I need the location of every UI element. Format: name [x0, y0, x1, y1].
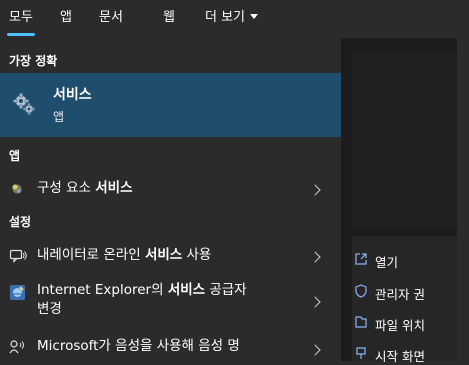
preview-pane-edge — [457, 0, 469, 361]
shield-icon — [355, 284, 367, 298]
chevron-down-icon — [250, 14, 259, 19]
search-tabs: 모두 앱 문서 웹 더 보기 — [0, 0, 469, 38]
best-match-subtitle: 앱 — [53, 110, 65, 124]
section-settings: 설정 — [9, 215, 32, 229]
open-icon — [355, 253, 367, 265]
chevron-right-icon — [309, 296, 321, 308]
result-narrator-online-services[interactable]: 내레이터로 온라인 서비스 사용 — [0, 242, 341, 272]
best-match-title: 서비스 — [53, 87, 92, 103]
action-open-file-location-label: 파일 위치 — [375, 318, 425, 333]
pin-icon — [356, 347, 366, 359]
result-component-services-label: 구성 요소 서비스 — [37, 180, 133, 196]
action-open-label: 열기 — [375, 255, 399, 270]
tab-web[interactable]: 웹 — [163, 6, 175, 25]
result-speech-recognition[interactable]: Microsoft가 음성을 사용해 음성 명 — [0, 334, 341, 364]
action-pin-to-start-label: 시작 화면 — [375, 349, 425, 364]
narrator-icon — [9, 249, 27, 263]
result-component-services[interactable]: 구성 요소 서비스 — [0, 175, 341, 205]
chevron-right-icon — [309, 344, 321, 356]
tab-more[interactable]: 더 보기 — [205, 6, 259, 25]
chevron-right-icon — [309, 251, 321, 263]
speech-icon — [9, 340, 24, 354]
internet-options-icon — [10, 285, 25, 300]
result-speech-recognition-label: Microsoft가 음성을 사용해 음성 명 — [37, 338, 240, 354]
section-apps: 앱 — [9, 149, 21, 163]
result-ie-service-provider-label: Internet Explorer의 서비스 공급자 변경 — [37, 282, 247, 317]
results-list: 가장 정확 서비스 앱 앱 구성 요소 서비스 설정 내레이터로 온라인 서비스… — [0, 38, 341, 361]
tab-apps[interactable]: 앱 — [60, 6, 72, 25]
section-best-match: 가장 정확 — [9, 54, 58, 68]
folder-icon — [355, 316, 367, 328]
action-run-as-admin-label: 관리자 권 — [375, 287, 425, 302]
result-narrator-online-services-label: 내레이터로 온라인 서비스 사용 — [37, 247, 212, 263]
best-match-item[interactable]: 서비스 앱 — [0, 73, 341, 137]
preview-pane-header — [352, 53, 457, 228]
result-ie-service-provider[interactable]: Internet Explorer의 서비스 공급자 변경 — [0, 281, 341, 325]
tab-all[interactable]: 모두 — [7, 6, 35, 36]
gears-icon — [13, 93, 35, 115]
tab-more-label: 더 보기 — [205, 10, 246, 25]
component-services-icon — [12, 184, 22, 194]
chevron-right-icon — [309, 184, 321, 196]
tab-documents[interactable]: 문서 — [99, 6, 123, 25]
